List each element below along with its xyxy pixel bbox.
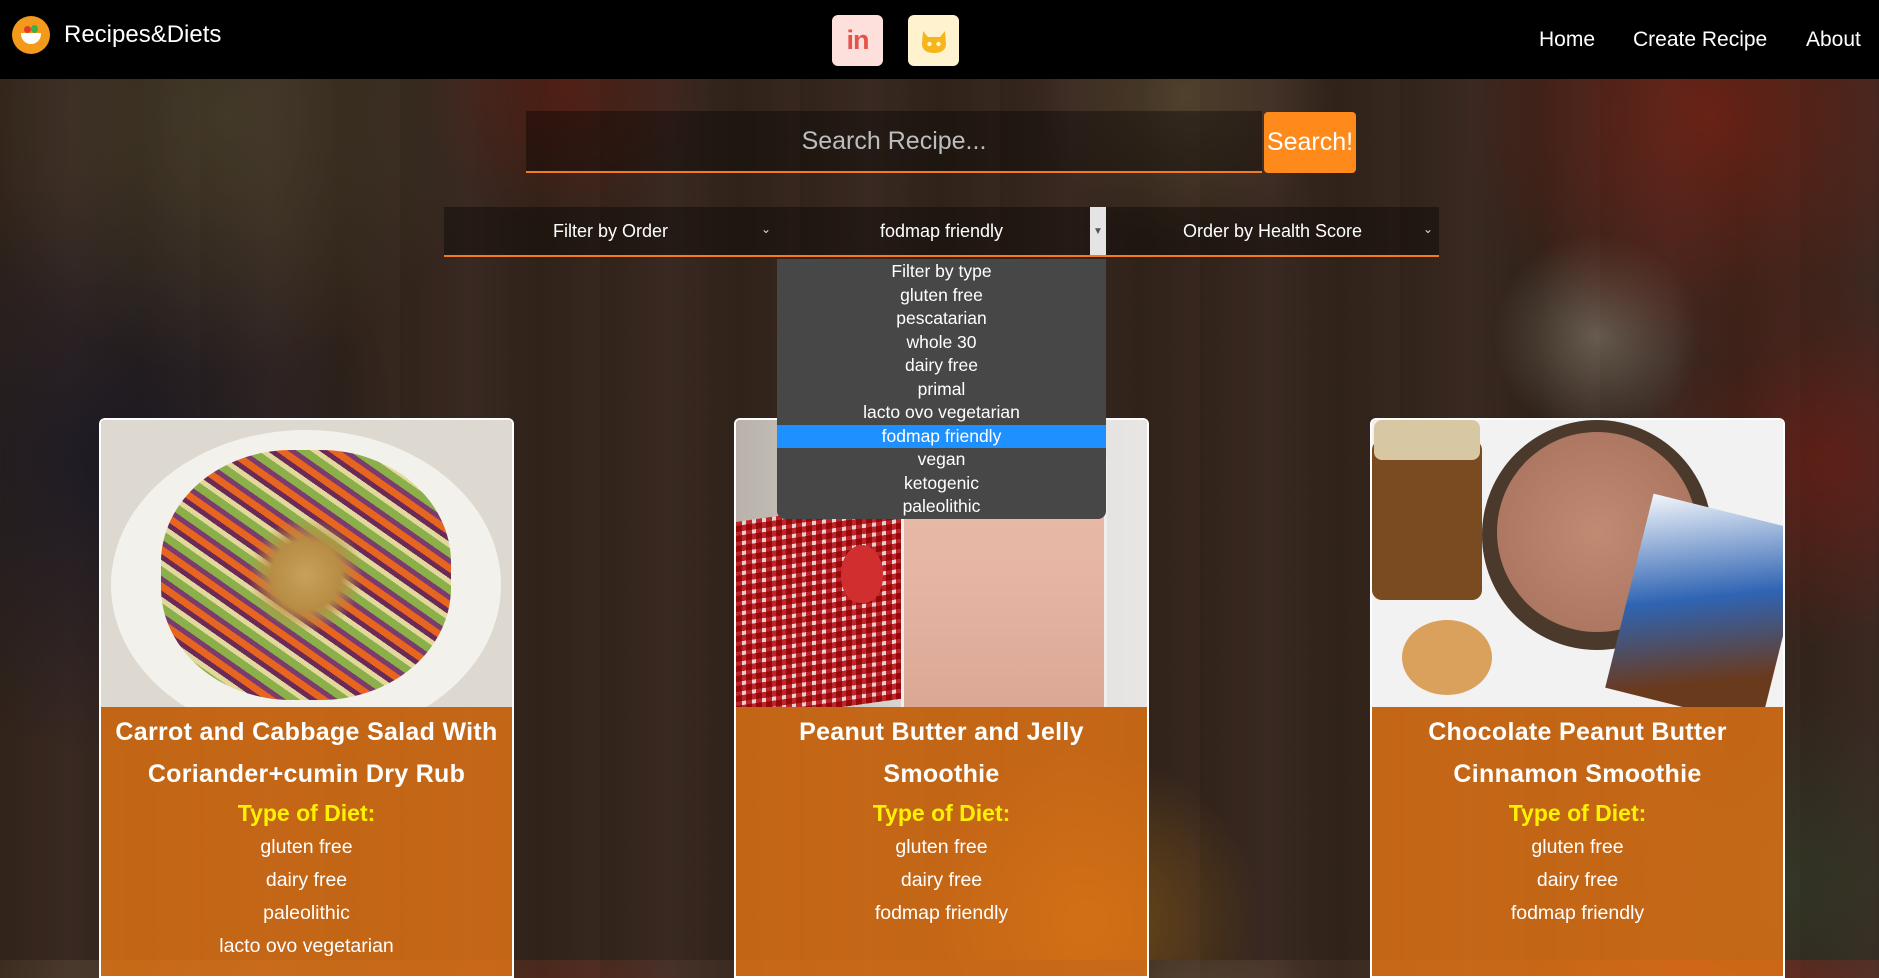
- dropdown-option[interactable]: ketogenic: [777, 472, 1106, 496]
- github-button[interactable]: [908, 15, 959, 66]
- search-button[interactable]: Search!: [1264, 112, 1356, 173]
- diet-item: gluten free: [895, 836, 988, 858]
- diet-item: paleolithic: [263, 902, 350, 924]
- nav-about-link[interactable]: About: [1806, 28, 1861, 52]
- diet-label: Type of Diet:: [237, 800, 376, 826]
- dropdown-option[interactable]: paleolithic: [777, 495, 1106, 519]
- type-filter-value: fodmap friendly: [879, 220, 1004, 241]
- dropdown-option[interactable]: whole 30: [777, 331, 1106, 355]
- recipe-card[interactable]: Chocolate Peanut Butter Cinnamon Smoothi…: [1370, 418, 1785, 978]
- dropdown-option[interactable]: lacto ovo vegetarian: [777, 401, 1106, 425]
- recipe-image: [1372, 420, 1783, 707]
- diet-item: gluten free: [1531, 836, 1624, 858]
- brand[interactable]: Recipes&Diets: [12, 16, 221, 54]
- diet-label: Type of Diet:: [1508, 800, 1647, 826]
- dropdown-option[interactable]: primal: [777, 378, 1106, 402]
- github-icon: [921, 30, 946, 53]
- diet-item: fodmap friendly: [874, 902, 1009, 924]
- navbar: Recipes&Diets in Home Create Recipe Abou…: [0, 0, 1879, 79]
- health-score-select[interactable]: Order by Health Score ⌄: [1106, 207, 1439, 257]
- dropdown-option[interactable]: Filter by type: [777, 260, 1106, 284]
- dropdown-option[interactable]: gluten free: [777, 284, 1106, 308]
- dropdown-option[interactable]: pescatarian: [777, 307, 1106, 331]
- type-filter-select[interactable]: fodmap friendly ▼: [777, 207, 1106, 257]
- diet-item: dairy free: [1536, 869, 1619, 891]
- dropdown-option[interactable]: dairy free: [777, 354, 1106, 378]
- dropdown-option[interactable]: vegan: [777, 448, 1106, 472]
- recipe-image: [101, 420, 512, 707]
- recipe-title: Peanut Butter and Jelly Smoothie: [799, 718, 1084, 788]
- diet-item: lacto ovo vegetarian: [219, 935, 394, 957]
- diet-item: dairy free: [265, 869, 348, 891]
- nav-home-link[interactable]: Home: [1539, 28, 1595, 52]
- dropdown-option-selected[interactable]: fodmap friendly: [777, 424, 1106, 448]
- health-score-label: Order by Health Score: [1182, 220, 1363, 241]
- linkedin-icon: in: [846, 25, 870, 55]
- recipe-title: Carrot and Cabbage Salad With Coriander+…: [115, 718, 498, 788]
- nav-create-recipe-link[interactable]: Create Recipe: [1633, 28, 1767, 52]
- order-filter-select[interactable]: Filter by Order ⌄: [444, 207, 777, 257]
- recipe-card[interactable]: Carrot and Cabbage Salad With Coriander+…: [99, 418, 514, 978]
- recipe-title: Chocolate Peanut Butter Cinnamon Smoothi…: [1428, 718, 1727, 788]
- order-filter-label: Filter by Order: [552, 220, 669, 241]
- diet-item: dairy free: [900, 869, 983, 891]
- linkedin-button[interactable]: in: [832, 15, 883, 66]
- diet-label: Type of Diet:: [872, 800, 1011, 826]
- chevron-down-icon: ⌄: [760, 222, 771, 236]
- diet-item: fodmap friendly: [1510, 902, 1645, 924]
- chevron-down-icon: ⌄: [1422, 222, 1433, 236]
- search-input[interactable]: [526, 111, 1262, 173]
- type-filter-dropdown: Filter by type gluten free pescatarian w…: [777, 259, 1106, 519]
- brand-title: Recipes&Diets: [64, 21, 222, 48]
- diet-item: gluten free: [260, 836, 353, 858]
- logo-icon: [12, 16, 50, 54]
- dropdown-arrow-icon[interactable]: ▼: [1090, 207, 1106, 255]
